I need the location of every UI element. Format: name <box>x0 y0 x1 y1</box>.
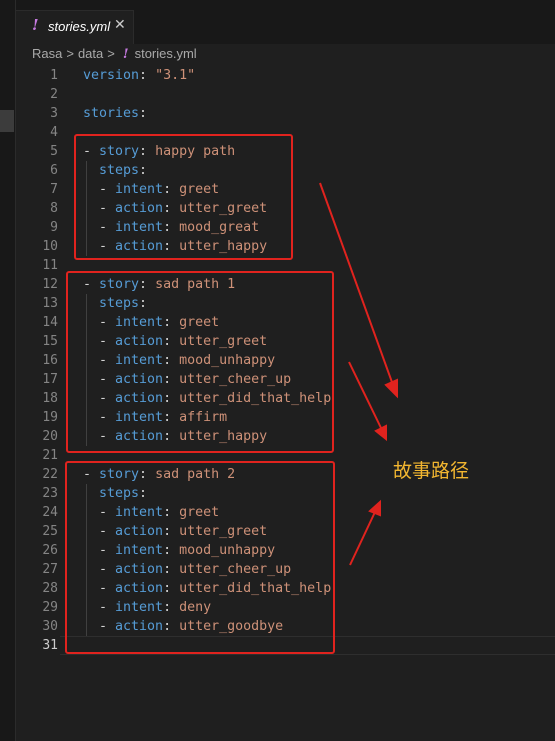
breadcrumb-item-rasa[interactable]: Rasa <box>32 46 62 61</box>
line-number: 25 <box>42 524 58 539</box>
tab-stories-yml[interactable]: ! stories.yml ✕ <box>16 10 134 44</box>
yaml-exclamation-icon: ! <box>122 47 129 62</box>
line-number: 15 <box>42 334 58 349</box>
chevron-right-icon: > <box>107 46 115 61</box>
line-number: 16 <box>42 353 58 368</box>
line-number: 9 <box>50 220 58 235</box>
activity-bar <box>0 44 16 741</box>
line-number: 1 <box>50 68 58 83</box>
line-number: 3 <box>50 106 58 121</box>
line-number: 26 <box>42 543 58 558</box>
yaml-exclamation-icon: ! <box>32 16 39 34</box>
code-key: version <box>83 68 140 83</box>
line-number: 5 <box>50 144 58 159</box>
breadcrumb: Rasa > data >! stories.yml <box>32 46 197 66</box>
line-number: 10 <box>42 239 58 254</box>
code-colon: : <box>139 106 148 121</box>
line-number: 17 <box>42 372 58 387</box>
highlight-box-happy-path <box>74 134 293 260</box>
chevron-right-icon: > <box>66 46 74 61</box>
line-number: 31 <box>42 638 58 653</box>
line-number: 30 <box>42 619 58 634</box>
code-key: stories <box>83 106 140 121</box>
tab-label: stories.yml <box>48 19 111 34</box>
line-number: 12 <box>42 277 58 292</box>
annotation-label: 故事路径 <box>393 460 470 482</box>
code-colon: : <box>139 68 156 83</box>
line-number: 18 <box>42 391 58 406</box>
line-number: 4 <box>50 125 58 140</box>
line-number: 22 <box>42 467 58 482</box>
close-icon[interactable]: ✕ <box>114 17 126 33</box>
line-number: 29 <box>42 600 58 615</box>
arrow-icon <box>349 499 381 566</box>
code-line[interactable]: version: "3.1" <box>83 66 195 85</box>
line-number: 13 <box>42 296 58 311</box>
line-number: 21 <box>42 448 58 463</box>
line-number: 11 <box>42 258 58 273</box>
line-number: 14 <box>42 315 58 330</box>
line-number: 27 <box>42 562 58 577</box>
arrow-icon <box>348 361 387 442</box>
line-number: 23 <box>42 486 58 501</box>
highlight-box-sad-path-1 <box>66 271 334 453</box>
breadcrumb-item-file[interactable]: stories.yml <box>135 46 197 61</box>
line-number: 28 <box>42 581 58 596</box>
line-number: 2 <box>50 87 58 102</box>
line-number: 24 <box>42 505 58 520</box>
line-number: 7 <box>50 182 58 197</box>
activity-bar-top <box>0 0 16 44</box>
code-line[interactable]: stories: <box>83 104 147 123</box>
highlight-box-sad-path-2 <box>65 461 335 654</box>
line-number: 8 <box>50 201 58 216</box>
tab-bar: ! stories.yml ✕ <box>0 0 555 44</box>
code-value: "3.1" <box>155 68 196 83</box>
line-number: 19 <box>42 410 58 425</box>
line-number: 20 <box>42 429 58 444</box>
activity-active-marker[interactable] <box>0 110 14 132</box>
breadcrumb-item-data[interactable]: data <box>78 46 103 61</box>
line-number: 6 <box>50 163 58 178</box>
